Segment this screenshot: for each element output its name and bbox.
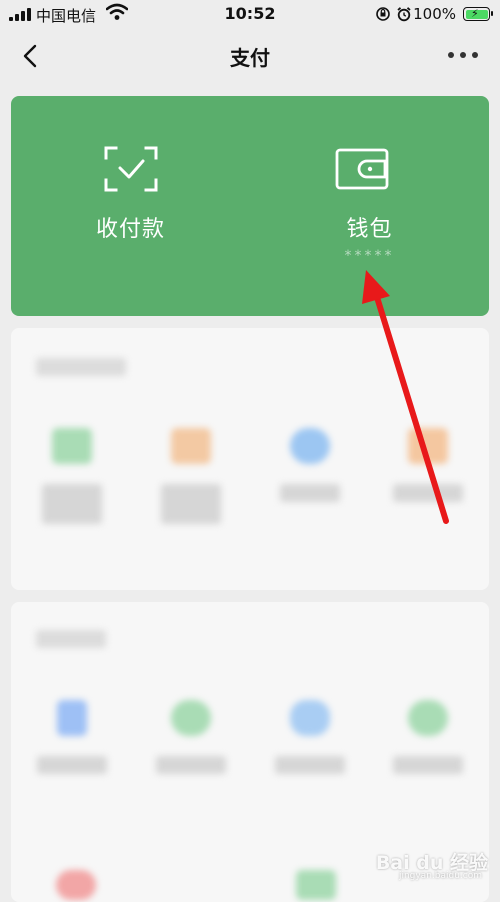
red-arrow-annotation bbox=[362, 270, 449, 524]
baidu-jingyan-watermark: Bai du 经验 jingyan.baidu.com bbox=[376, 848, 488, 881]
watermark-domain: jingyan.baidu.com bbox=[398, 871, 482, 881]
